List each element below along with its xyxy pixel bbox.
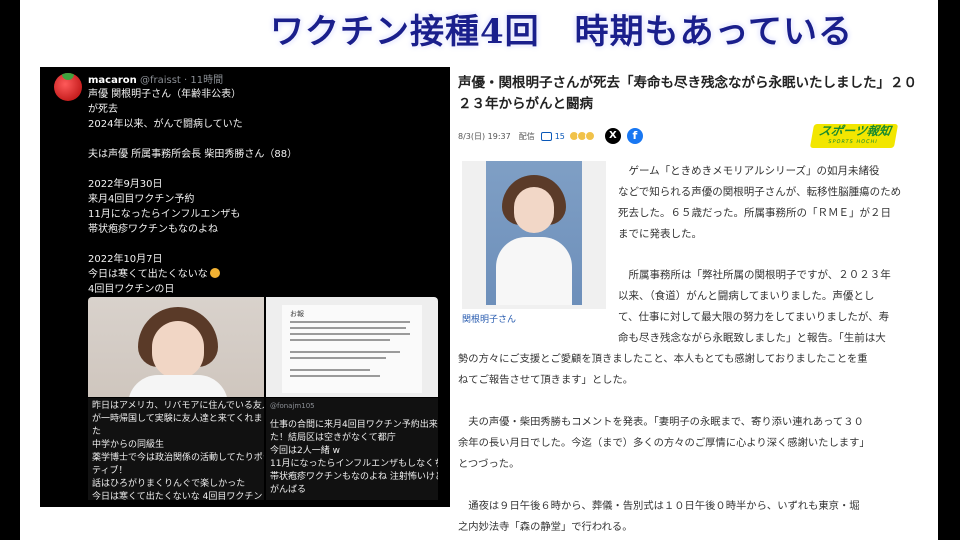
tweet-reply-left[interactable]: 昨日はアメリカ、リバモアに住んでいる友人 が一時帰国して実験に友人達と来てくれま…	[88, 398, 264, 500]
memo-line	[290, 339, 390, 341]
paragraph-line: 余年の長い月日でした。今迄（まで）多くの方々のご厚情に心より深く感謝いたします」	[458, 437, 870, 449]
paragraph-line: 死去した。６５歳だった。所属事務所の「ＲＭＥ」が２日	[618, 207, 891, 219]
reply-line: た！結局区は空きがなくて都庁	[270, 433, 396, 443]
reply-line: た	[92, 427, 102, 437]
article-title[interactable]: 声優・関根明子さんが死去「寿命も尽き残念ながら永眠いたしました」２０２３年からが…	[458, 73, 928, 115]
tweet-header: macaron @fraisst · 11時間	[88, 71, 223, 86]
comment-icon[interactable]	[540, 131, 552, 141]
article-photo[interactable]	[486, 161, 582, 305]
x-share-icon[interactable]: X	[604, 128, 621, 144]
tweet-line: 帯状疱疹ワクチンもなのよね	[88, 224, 218, 235]
photo-face	[514, 187, 554, 233]
article-paragraph-1: ゲーム「ときめきメモリアルシリーズ」の如月未緒役 などで知られる声優の関根明子さ…	[618, 161, 928, 245]
article-paragraph-3: 夫の声優・柴田秀勝もコメントを発表。「妻明子の永眠まで、寄り添い連れあって３０ …	[458, 412, 934, 475]
tweet-panel: macaron @fraisst · 11時間 声優 関根明子さん（年齢非公表）…	[40, 67, 450, 507]
tweet-line: 2022年9月30日	[88, 179, 163, 190]
reply-line: 話はひろがりまくりんぐで楽しかった	[92, 479, 246, 489]
paragraph-line: て、仕事に対して最大限の努力をしてまいりましたが、寿	[618, 311, 890, 323]
reply-line: 今回は2人一緒 w	[270, 446, 340, 456]
memo-line	[290, 321, 410, 323]
reply-line: 仕事の合間に来月4回目ワクチン予約出来	[270, 420, 438, 430]
photo-face	[152, 321, 204, 379]
tweet-text: 声優 関根明子さん（年齢非公表） が死去 2024年以来、がんで闘病していた 夫…	[88, 87, 438, 297]
reply-line: 中学からの同級生	[92, 440, 165, 450]
tweet-line: 来月4回目ワクチン予約	[88, 194, 195, 205]
tweet-line: が死去	[88, 104, 118, 115]
emoji-face-icon	[209, 268, 220, 278]
paragraph-line: 之内妙法寺「森の静堂」で行われる。	[458, 521, 633, 533]
tweet-line: 11月になったらインフルエンザも	[88, 209, 241, 220]
article-meta: 8/3(日) 19:37 配信 15 X f	[458, 127, 643, 145]
paragraph-line: 以来、（食道）がんと闘病してまいりました。声優とし	[618, 290, 875, 302]
reply-line: がんばる	[270, 485, 307, 495]
memo-title: お報	[290, 310, 304, 318]
reply-line: 今日は寒くて出たくないな 4回目ワクチン	[92, 492, 263, 500]
tweet-line: 2022年10月7日	[88, 254, 163, 265]
tweet-line: 今日は寒くて出たくないな	[88, 267, 438, 282]
tweet-line: 声優 関根明子さん（年齢非公表）	[88, 89, 242, 100]
reaction-icons[interactable]	[568, 131, 595, 141]
memo-line	[290, 357, 386, 359]
tweet-line-text: 今日は寒くて出たくないな	[88, 269, 208, 280]
paragraph-line: ねてご報告させて頂きます」とした。	[458, 374, 634, 386]
paragraph-line: 命も尽き残念ながら永眠致しました」と報告。「生前は大	[618, 332, 886, 344]
paragraph-line: とつづった。	[458, 458, 520, 470]
paragraph-line: 夫の声優・柴田秀勝もコメントを発表。「妻明子の永眠まで、寄り添い連れあって３０	[458, 416, 864, 428]
photo-body	[496, 237, 572, 305]
tweet-time[interactable]: 11時間	[190, 75, 223, 86]
reply-line: が一時帰国して実験に友人達と来てくれまし	[92, 414, 264, 424]
comment-count[interactable]: 15	[555, 132, 565, 141]
article-paragraph-2: 所属事務所は「弊社所属の関根明子ですが、２０２３年 以来、（食道）がんと闘病して…	[618, 265, 928, 349]
reply-line: 11月になったらインフルエンザもしなくちゃ	[270, 459, 438, 469]
tweet-line: 4回目ワクチンの日	[88, 284, 175, 295]
reply-line: 昨日はアメリカ、リバモアに住んでいる友人	[92, 401, 264, 411]
memo-line	[290, 351, 400, 353]
memo-line	[290, 327, 406, 329]
article-paragraph-2-cont: 勢の方々にご支援とご愛顧を頂きましたこと、本人もとても感謝しておりましたことを重…	[458, 349, 934, 391]
reply-line: ティブ！	[92, 466, 128, 476]
logo-text: スポーツ報知	[817, 124, 892, 138]
logo-subtext: SPORTS HOCHI	[827, 139, 879, 145]
article-paragraph-4: 通夜は９日午後６時から、葬儀・告別式は１０日午後０時半から、いずれも東京・堀 之…	[458, 496, 934, 538]
paragraph-line: などで知られる声優の関根明子さんが、転移性脳腫瘍のため	[618, 186, 902, 198]
paragraph-line: 所属事務所は「弊社所属の関根明子ですが、２０２３年	[618, 269, 891, 281]
avatar[interactable]	[54, 73, 82, 101]
tweet-line: 夫は声優 所属事務所会長 柴田秀勝さん（88）	[88, 149, 298, 160]
news-article: 声優・関根明子さんが死去「寿命も尽き残念ながら永眠いたしました」２０２３年からが…	[450, 67, 935, 540]
tweet-line	[88, 132, 438, 147]
paragraph-line: までに発表した。	[618, 228, 702, 240]
right-frame-bar	[938, 0, 960, 540]
paragraph-line: ゲーム「ときめきメモリアルシリーズ」の如月未緒役	[618, 165, 880, 177]
sports-hochi-logo[interactable]: スポーツ報知 SPORTS HOCHI	[809, 124, 899, 148]
tweet-reply-right[interactable]: @fonajm105 仕事の合間に来月4回目ワクチン予約出来 た！結局区は空きが…	[266, 398, 438, 500]
tweet-line	[88, 162, 438, 177]
paragraph-line: 勢の方々にご支援とご愛顧を頂きましたこと、本人もとても感謝しておりましたことを重	[458, 353, 868, 365]
article-photo-frame	[462, 161, 606, 309]
tweet-line	[88, 237, 438, 252]
left-frame-bar	[0, 0, 20, 540]
tweet-photo-memo[interactable]: お報	[266, 297, 438, 397]
tweet-username[interactable]: macaron	[88, 75, 137, 86]
tweet-photo-woman[interactable]	[88, 297, 264, 397]
memo-line	[290, 333, 410, 335]
tweet-line: 2024年以来、がんで闘病していた	[88, 119, 243, 130]
reaction-icon	[584, 131, 595, 141]
facebook-share-icon[interactable]: f	[626, 128, 643, 144]
reply-line: 帯状疱疹ワクチンもなのよね 注射怖いけど	[270, 472, 438, 482]
tweet-handle[interactable]: @fraisst	[140, 75, 181, 86]
reply-line: 薬学博士で今は政治関係の活動してたりポジ	[92, 453, 264, 463]
banner-title: ワクチン接種4回 時期もあっている	[270, 12, 853, 52]
paragraph-line: 通夜は９日午後６時から、葬儀・告別式は１０日午後０時半から、いずれも東京・堀	[458, 500, 860, 512]
memo-line	[290, 375, 380, 377]
article-source: 配信	[518, 131, 535, 141]
article-date: 8/3(日) 19:37	[458, 131, 511, 141]
photo-caption[interactable]: 関根明子さん	[462, 312, 516, 325]
memo-line	[290, 369, 370, 371]
photo-body	[128, 375, 228, 397]
reply-handle: @fonajm105	[270, 402, 315, 410]
